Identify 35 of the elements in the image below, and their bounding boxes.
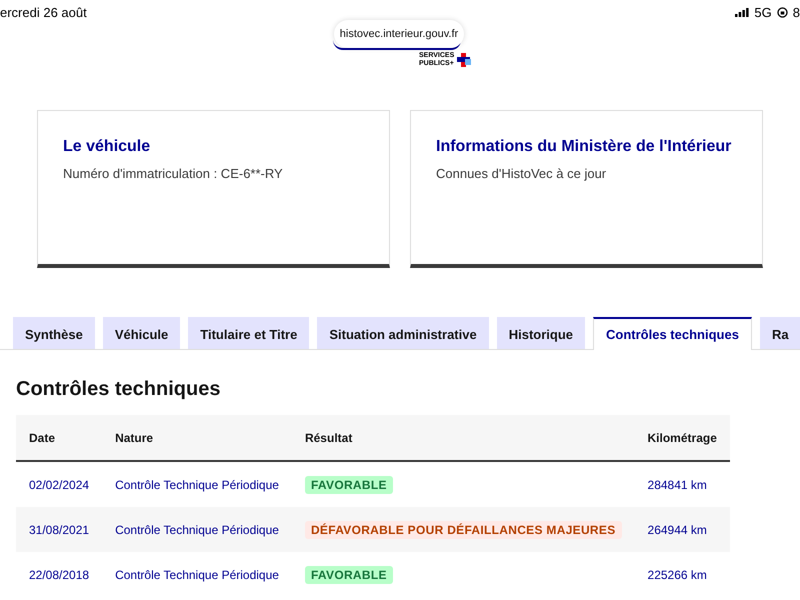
column-header: Résultat — [292, 415, 635, 461]
tab[interactable]: Contrôles techniques — [593, 317, 752, 350]
tab[interactable]: Situation administrative — [317, 317, 489, 349]
tab[interactable]: Véhicule — [102, 317, 180, 349]
card-subtitle: Connues d'HistoVec à ce jour — [436, 166, 608, 181]
nature-cell: Contrôle Technique Périodique — [102, 552, 292, 597]
status-date: ercredi 26 août — [0, 4, 87, 20]
result-badge: FAVORABLE — [304, 566, 393, 584]
tab[interactable]: Titulaire et Titre — [188, 317, 310, 349]
nature-cell: Contrôle Technique Périodique — [102, 507, 292, 552]
column-header: Kilométrage — [634, 415, 730, 461]
mileage-cell: 264944 km — [634, 507, 730, 552]
card-subtitle: Numéro d'immatriculation : CE-6**-RY — [63, 166, 284, 181]
date-cell: 31/08/2021 — [16, 507, 102, 552]
date-cell: 22/08/2018 — [16, 552, 102, 597]
address-bar[interactable]: histovec.interieur.gouv.fr — [334, 20, 464, 48]
mileage-cell: 225266 km — [634, 552, 730, 597]
tab[interactable]: Historique — [496, 317, 586, 349]
date-cell: 02/02/2024 — [16, 461, 102, 507]
tab[interactable]: Synthèse — [13, 317, 95, 349]
battery-percent: 8 — [792, 4, 800, 20]
card-title: Le véhicule — [63, 137, 152, 157]
network-label: 5G — [754, 4, 772, 20]
signal-icon — [735, 8, 750, 16]
mileage-cell: 284841 km — [634, 461, 730, 507]
result-badge: DÉFAVORABLE POUR DÉFAILLANCES MAJEURES — [304, 520, 622, 538]
column-header: Nature — [102, 415, 292, 461]
nature-cell: Contrôle Technique Périodique — [102, 461, 292, 507]
result-badge: FAVORABLE — [304, 476, 393, 494]
section-title: Contrôles techniques — [16, 378, 222, 401]
tab[interactable]: Ra — [760, 317, 800, 349]
rotation-lock-icon — [776, 6, 788, 18]
column-header: Date — [16, 415, 102, 461]
card-title: Informations du Ministère de l'Intérieur — [436, 137, 732, 157]
logo-icon — [457, 53, 472, 67]
